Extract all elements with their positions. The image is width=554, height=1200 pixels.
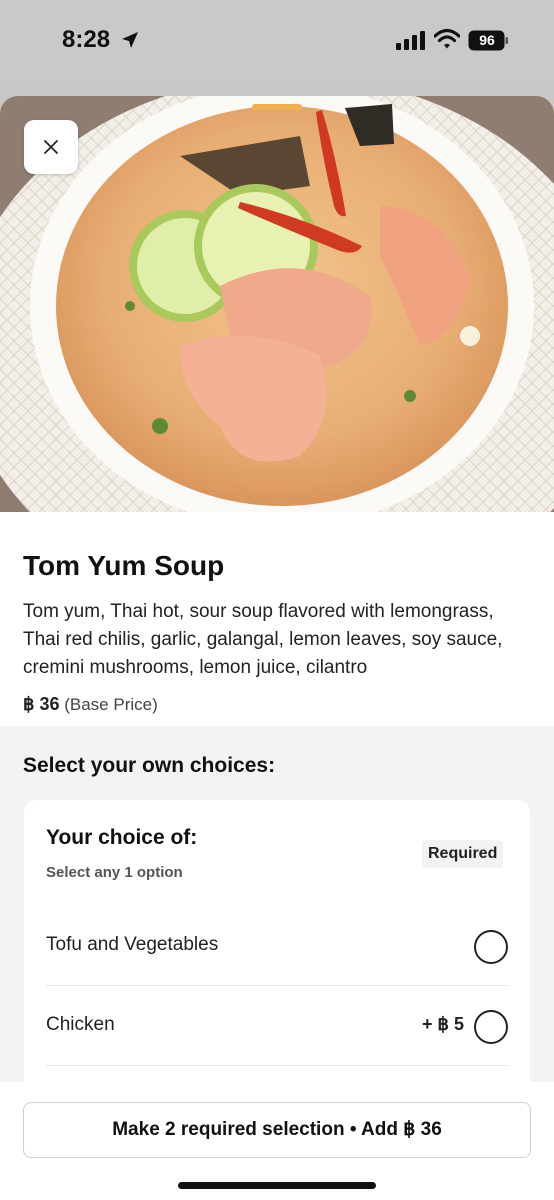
item-detail-sheet: Tom Yum Soup Tom yum, Thai hot, sour sou… — [0, 96, 554, 1200]
sheet-grabber[interactable] — [252, 104, 302, 110]
price-note: (Base Price) — [64, 695, 158, 714]
price-value: ฿ 36 — [23, 694, 60, 714]
add-to-cart-button[interactable]: Make 2 required selection • Add ฿ 36 — [23, 1102, 531, 1158]
status-bar: 8:28 96 — [0, 0, 554, 86]
base-price: ฿ 36 (Base Price) — [23, 694, 158, 715]
wifi-icon — [434, 28, 460, 49]
footer-bar: Make 2 required selection • Add ฿ 36 — [0, 1082, 554, 1200]
tom-yum-soup-photo — [0, 96, 554, 512]
radio-button[interactable] — [474, 1010, 508, 1044]
item-title: Tom Yum Soup — [23, 550, 225, 581]
option-tofu-and-vegetables[interactable]: Tofu and Vegetables — [46, 906, 508, 986]
location-arrow-icon — [122, 32, 138, 48]
choice-group-subtitle: Select any 1 option — [46, 864, 183, 881]
status-time: 8:28 — [62, 26, 111, 53]
option-label: Tofu and Vegetables — [46, 934, 219, 955]
item-description: Tom yum, Thai hot, sour soup flavored wi… — [23, 601, 503, 678]
cellular-signal-icon — [396, 31, 425, 50]
choices-heading: Select your own choices: — [23, 754, 276, 777]
food-photo — [0, 96, 554, 512]
required-badge: Required — [422, 840, 504, 868]
option-label: Chicken — [46, 1014, 115, 1035]
close-icon — [44, 140, 58, 154]
choice-group-title: Your choice of: — [46, 826, 198, 849]
option-chicken[interactable]: Chicken + ฿ 5 — [46, 986, 508, 1066]
radio-button[interactable] — [474, 930, 508, 964]
battery-level: 96 — [479, 32, 495, 48]
item-info: Tom Yum Soup Tom yum, Thai hot, sour sou… — [0, 512, 554, 726]
option-price: + ฿ 5 — [422, 1014, 464, 1034]
close-button[interactable] — [24, 120, 78, 174]
home-indicator[interactable] — [178, 1182, 376, 1189]
